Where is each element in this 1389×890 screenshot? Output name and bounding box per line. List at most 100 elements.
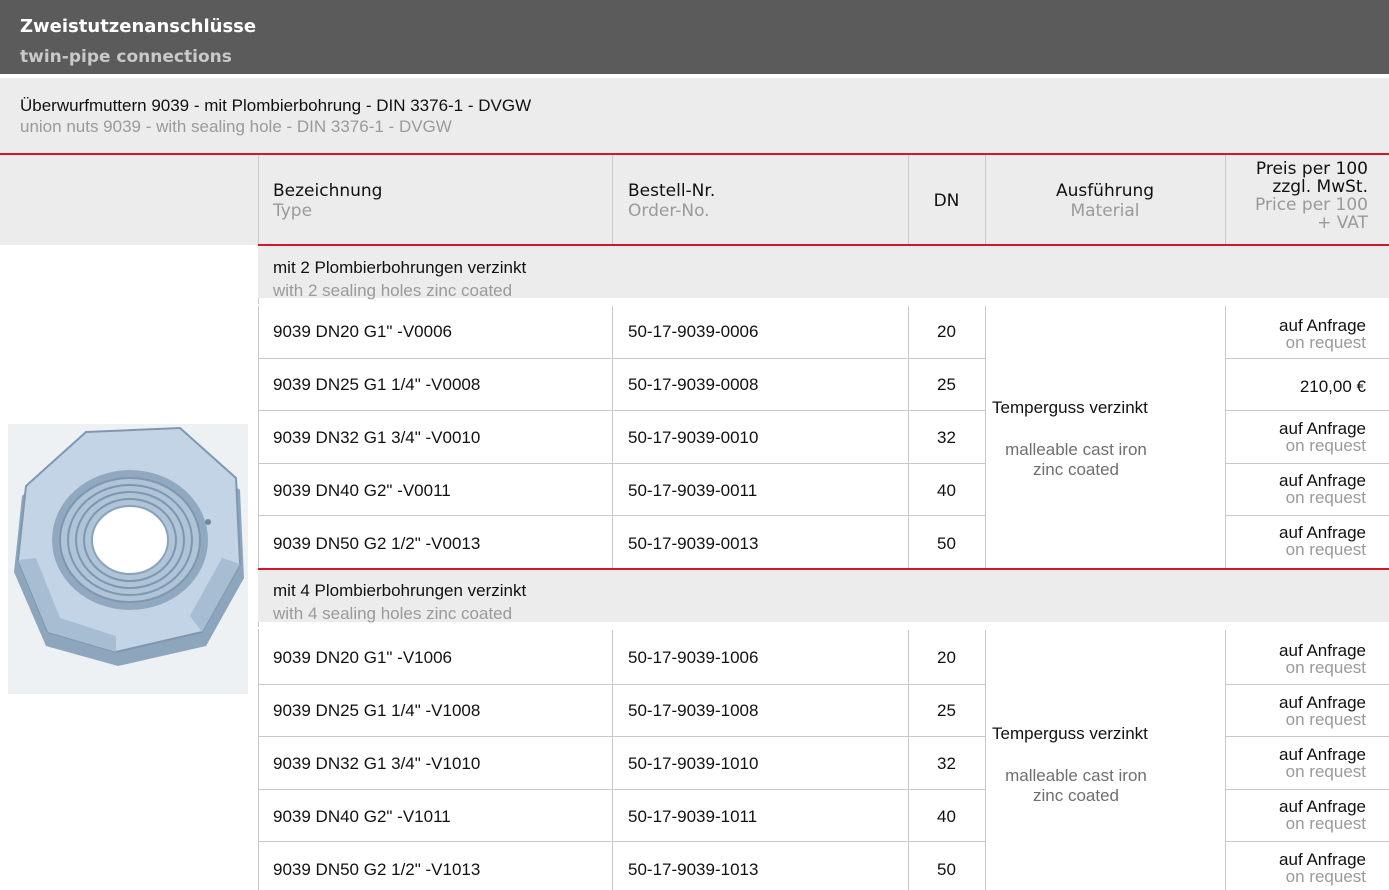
row-order-no: 50-17-9039-0008 [628,375,759,394]
price-en: on request [1285,762,1366,781]
row-dn: 32 [937,428,956,447]
row-divider [258,627,1389,629]
row-price: auf Anfrage on request [1226,694,1366,728]
price-de: 210,00 € [1299,377,1366,396]
row-type: 9039 DN20 G1" -V0006 [273,322,452,341]
price-de: auf Anfrage [1279,641,1366,660]
material-de: Temperguss verzinkt [992,724,1148,743]
material-en-line2: zinc coated [1033,460,1119,479]
col-header-order-en: Order-No. [628,201,710,221]
row-price: 210,00 € [1226,378,1366,395]
price-en: on request [1285,436,1366,455]
row-divider [258,684,985,685]
price-en: on request [1285,540,1366,559]
price-en: on request [1285,710,1366,729]
row-divider [1225,515,1389,516]
row-type: 9039 DN50 G2 1/2" -V0013 [273,534,481,553]
col-header-price: Preis per 100 zzgl. MwSt. Price per 100 … [1226,160,1368,232]
row-dn: 40 [937,481,956,500]
col-header-price-en-1: Price per 100 [1255,195,1368,215]
col-divider [612,630,613,890]
row-order-no: 50-17-9039-0011 [628,481,758,500]
col-header-material-de: Ausführung [1055,181,1155,201]
row-divider [258,304,1389,306]
section-title: Zweistutzenanschlüsse [20,16,257,37]
row-divider [258,736,985,737]
row-divider [1225,463,1389,464]
row-order-no: 50-17-9039-0013 [628,534,759,553]
col-header-type-en: Type [273,201,313,221]
row-price: auf Anfrage on request [1226,851,1366,885]
price-de: auf Anfrage [1279,797,1366,816]
col-header-type-de: Bezeichnung [273,181,383,201]
price-de: auf Anfrage [1279,316,1366,335]
price-de: auf Anfrage [1279,745,1366,764]
row-divider [258,410,985,411]
group-title-de: mit 4 Plombierbohrungen verzinkt [273,581,527,600]
material-en: malleable cast iron zinc coated [990,440,1162,480]
union-nut-icon [8,424,248,694]
row-type: 9039 DN32 G1 3/4" -V0010 [273,428,481,447]
row-dn: 40 [937,807,956,826]
row-divider [1225,684,1389,685]
col-divider [258,622,259,890]
row-order-no: 50-17-9039-1010 [628,754,759,773]
col-header-material: Ausführung Material [985,181,1225,221]
col-divider [985,630,986,890]
col-header-order-de: Bestell-Nr. [628,181,716,201]
row-order-no: 50-17-9039-1013 [628,860,759,879]
row-divider [258,515,985,516]
row-order-no: 50-17-9039-0010 [628,428,759,447]
price-en: on request [1285,488,1366,507]
col-divider [258,155,259,245]
row-price: auf Anfrage on request [1226,317,1366,351]
row-divider [1225,410,1389,411]
price-de: auf Anfrage [1279,471,1366,490]
row-order-no: 50-17-9039-0006 [628,322,759,341]
row-dn: 25 [937,701,956,720]
price-de: auf Anfrage [1279,419,1366,438]
material-en-line2: zinc coated [1033,786,1119,805]
row-dn: 20 [937,322,956,341]
col-divider [258,298,259,568]
row-dn: 50 [937,860,956,879]
price-en: on request [1285,658,1366,677]
product-title-en: union nuts 9039 - with sealing hole - DI… [20,117,452,136]
col-divider [612,155,613,245]
row-type: 9039 DN50 G2 1/2" -V1013 [273,860,481,879]
row-type: 9039 DN40 G2" -V1011 [273,807,451,826]
col-header-price-de-1: Preis per 100 [1255,159,1368,179]
row-divider [1225,789,1389,790]
row-dn: 25 [937,375,956,394]
row-divider [258,358,985,359]
col-header-material-en: Material [1070,201,1140,221]
row-divider [258,463,985,464]
product-title-de: Überwurfmuttern 9039 - mit Plombierbohru… [20,96,532,115]
row-dn: 50 [937,534,956,553]
group-title-en: with 4 sealing holes zinc coated [273,604,513,623]
material-en: malleable cast iron zinc coated [990,766,1162,806]
col-header-order: Bestell-Nr. Order-No. [628,181,715,221]
material-en-line1: malleable cast iron [1005,440,1147,459]
col-divider [985,306,986,568]
row-price: auf Anfrage on request [1226,642,1366,676]
price-en: on request [1285,867,1366,886]
price-en: on request [1285,333,1366,352]
row-order-no: 50-17-9039-1008 [628,701,759,720]
row-price: auf Anfrage on request [1226,472,1366,506]
row-dn: 32 [937,754,956,773]
row-divider [1225,841,1389,842]
material-en-line1: malleable cast iron [1005,766,1147,785]
row-price: auf Anfrage on request [1226,746,1366,780]
material-de: Temperguss verzinkt [992,398,1148,417]
row-dn: 20 [937,648,956,667]
row-type: 9039 DN25 G1 1/4" -V1008 [273,701,481,720]
row-divider [1225,736,1389,737]
price-de: auf Anfrage [1279,693,1366,712]
row-price: auf Anfrage on request [1226,798,1366,832]
row-type: 9039 DN40 G2" -V0011 [273,481,451,500]
row-type: 9039 DN25 G1 1/4" -V0008 [273,375,481,394]
row-divider [258,789,985,790]
section-subtitle: twin-pipe connections [20,47,232,67]
group-title-de: mit 2 Plombierbohrungen verzinkt [273,258,527,277]
